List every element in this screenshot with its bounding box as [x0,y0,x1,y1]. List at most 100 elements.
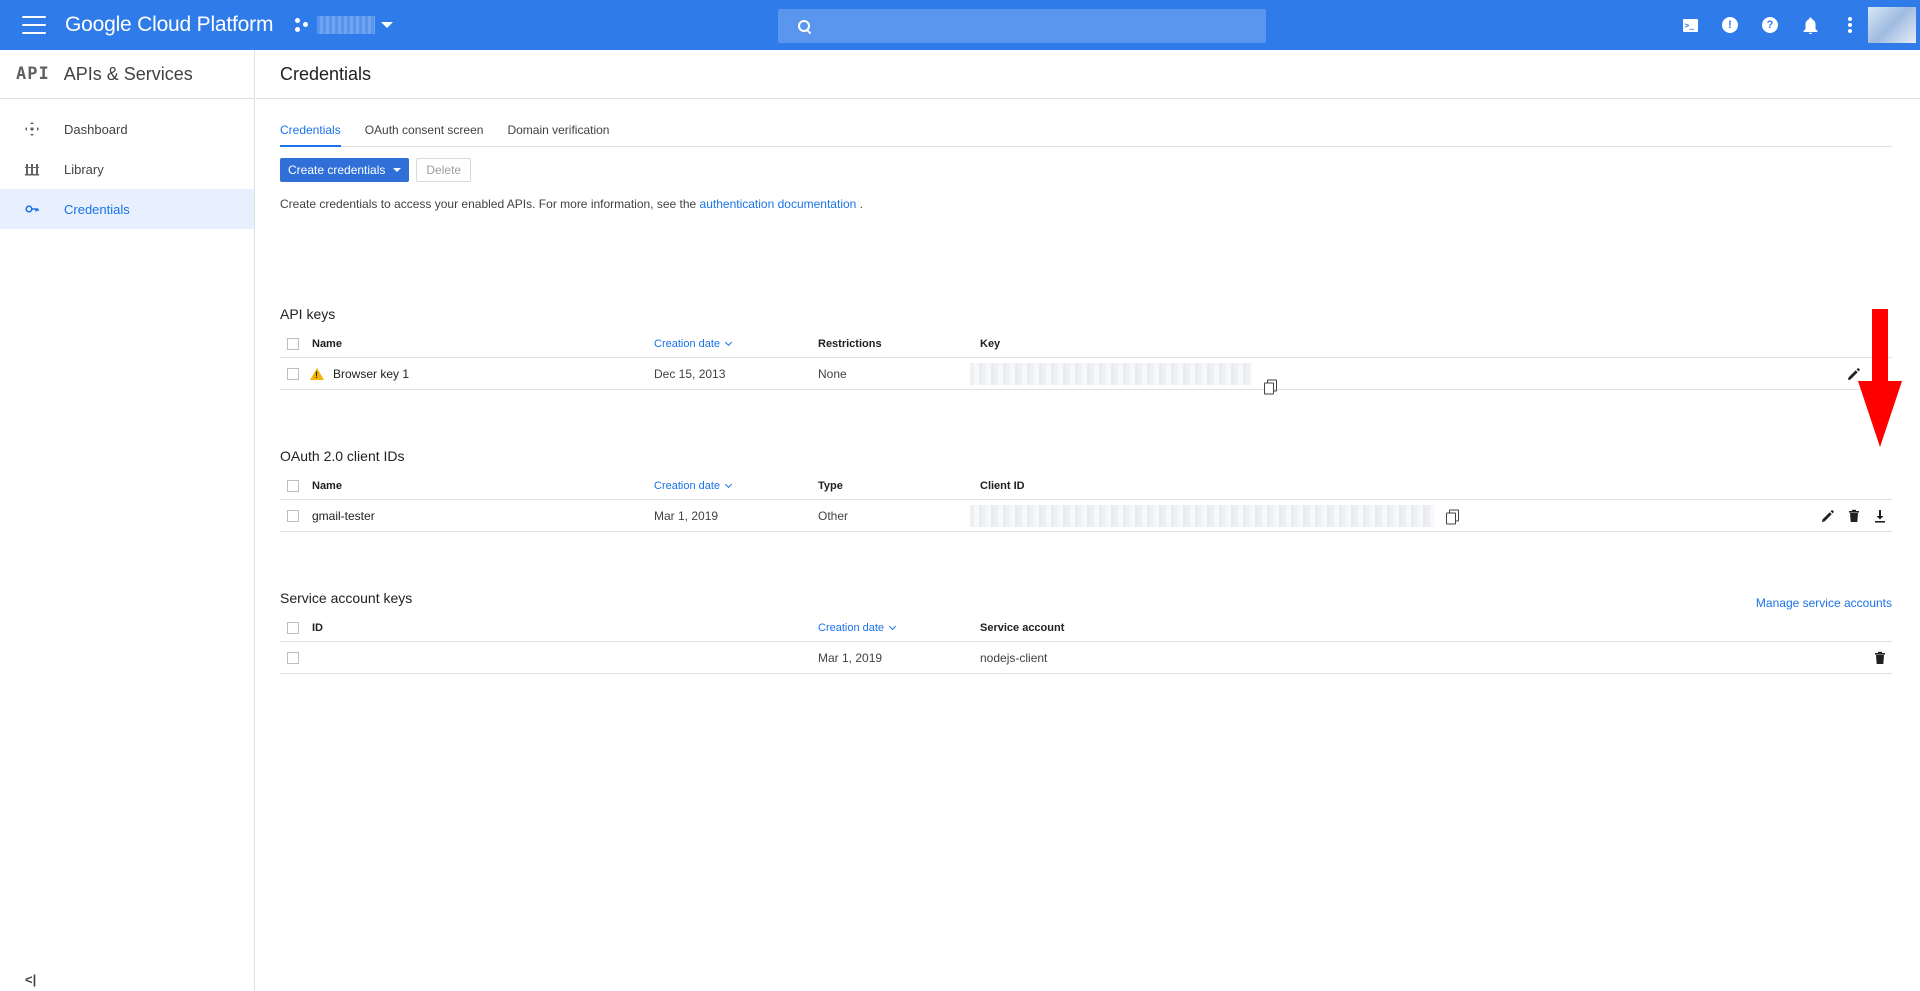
column-header-creation-date[interactable]: Creation date [654,338,733,350]
authentication-documentation-link[interactable]: authentication documentation [700,197,857,211]
service-account-keys-section: Service account keys Manage service acco… [280,590,1892,674]
column-header-id: ID [312,622,323,634]
intro-text: Create credentials to access your enable… [280,197,1892,211]
delete-icon[interactable] [1873,651,1887,665]
tab-oauth-consent-screen[interactable]: OAuth consent screen [365,121,484,147]
intro-text-body: Create credentials to access your enable… [280,197,700,211]
sort-label: Creation date [818,622,885,634]
project-selector[interactable] [295,16,394,34]
service-keys-table: ID Creation date Service account Mar 1, … [280,622,1892,674]
api-keys-table: Name Creation date Restrictions Key Brow… [280,338,1892,394]
tab-domain-verification[interactable]: Domain verification [507,121,609,147]
create-credentials-label: Create credentials [288,163,386,177]
cloud-shell-icon[interactable]: >_ [1680,15,1700,35]
api-keys-title: API keys [280,306,336,322]
api-keys-section: API keys Name Creation date Restrictions… [280,306,1892,394]
search-input[interactable] [811,9,1266,43]
sidebar-item-label: Dashboard [64,121,128,137]
dashboard-icon [24,121,40,137]
top-app-bar: Google Cloud Platform >_ ! ? [0,0,1920,50]
page-title: Credentials [280,63,372,84]
column-header-client-id: Client ID [980,480,1025,492]
oauth-client-name-link[interactable]: gmail-tester [312,509,375,523]
oauth-client-ids-section: OAuth 2.0 client IDs Name Creation date … [280,448,1892,532]
top-icons: >_ ! ? [1680,0,1860,50]
hamburger-menu-icon[interactable] [22,16,46,34]
sort-chevron-icon [725,338,733,347]
client-id-value-redacted [970,504,1434,527]
creation-date: Mar 1, 2019 [818,650,883,665]
library-icon [24,161,40,177]
manage-service-accounts-link[interactable]: Manage service accounts [1756,596,1892,610]
oauth-title: OAuth 2.0 client IDs [280,448,405,464]
avatar[interactable] [1868,7,1916,43]
table-row: Mar 1, 2019 nodejs-client [280,642,1892,674]
main-content: Credentials Credentials OAuth consent sc… [256,50,1920,991]
sidebar-item-label: Credentials [64,201,130,217]
more-vert-icon[interactable] [1840,15,1860,35]
select-all-checkbox[interactable] [287,622,299,634]
edit-icon[interactable] [1847,367,1861,381]
api-key-name-link[interactable]: Browser key 1 [333,367,409,381]
page-header: Credentials [256,50,1920,99]
warning-icon [310,367,324,380]
creation-date: Mar 1, 2019 [654,508,719,523]
caret-down-icon [381,22,394,28]
collapse-sidebar-icon[interactable]: <| [25,972,36,987]
table-row: Browser key 1 Dec 15, 2013 None [280,358,1892,394]
table-header: Name Creation date Restrictions Key [280,338,1892,358]
sidebar-title: APIs & Services [63,63,193,84]
copy-icon[interactable] [1446,509,1459,524]
sort-chevron-icon [725,480,733,489]
restrictions-value: None [818,366,847,381]
table-header: Name Creation date Type Client ID [280,480,1892,500]
row-checkbox[interactable] [287,367,299,380]
client-type: Other [818,508,849,523]
service-keys-title: Service account keys [280,590,413,606]
sidebar-item-credentials[interactable]: Credentials [0,189,254,229]
column-header-restrictions: Restrictions [818,338,882,350]
caret-down-icon [393,168,402,172]
sidebar-item-library[interactable]: Library [0,149,254,189]
edit-icon[interactable] [1821,509,1835,523]
sidebar-item-label: Library [64,161,104,177]
table-header: ID Creation date Service account [280,622,1892,642]
creation-date: Dec 15, 2013 [654,366,726,381]
delete-icon[interactable] [1847,509,1861,523]
row-checkbox[interactable] [287,509,299,522]
brand-title[interactable]: Google Cloud Platform [65,13,273,37]
project-name-redacted [317,16,376,34]
tab-credentials[interactable]: Credentials [280,121,341,147]
toolbar: Create credentials Delete [280,158,1892,182]
select-all-checkbox[interactable] [287,338,299,350]
column-header-service-account: Service account [980,622,1065,634]
download-icon[interactable] [1873,509,1887,523]
delete-button[interactable]: Delete [416,158,472,182]
feedback-icon[interactable]: ! [1720,15,1740,35]
sort-chevron-icon [889,622,897,631]
project-icon [295,18,309,32]
column-header-key: Key [980,338,1001,350]
api-logo-icon: API [16,64,50,84]
select-all-checkbox[interactable] [287,480,299,492]
key-icon [24,201,40,217]
column-header-name: Name [312,338,342,350]
notifications-icon[interactable] [1800,15,1820,35]
row-checkbox[interactable] [287,651,299,664]
search-icon [798,19,811,33]
api-key-value-redacted [970,362,1252,385]
sidebar-item-dashboard[interactable]: Dashboard [0,109,254,149]
column-header-creation-date[interactable]: Creation date [818,622,897,634]
create-credentials-button[interactable]: Create credentials [280,158,410,182]
sort-label: Creation date [654,338,721,350]
copy-icon[interactable] [1264,379,1277,394]
credentials-content: Credentials OAuth consent screen Domain … [280,99,1892,674]
sidebar: API APIs & Services Dashboard Library Cr… [0,50,255,991]
search-bar[interactable] [778,9,1266,43]
help-icon[interactable]: ? [1760,15,1780,35]
sidebar-nav: Dashboard Library Credentials [0,109,254,229]
column-header-creation-date[interactable]: Creation date [654,480,733,492]
service-account-name: nodejs-client [980,650,1048,665]
column-header-name: Name [312,480,342,492]
oauth-table: Name Creation date Type Client ID gmail-… [280,480,1892,532]
